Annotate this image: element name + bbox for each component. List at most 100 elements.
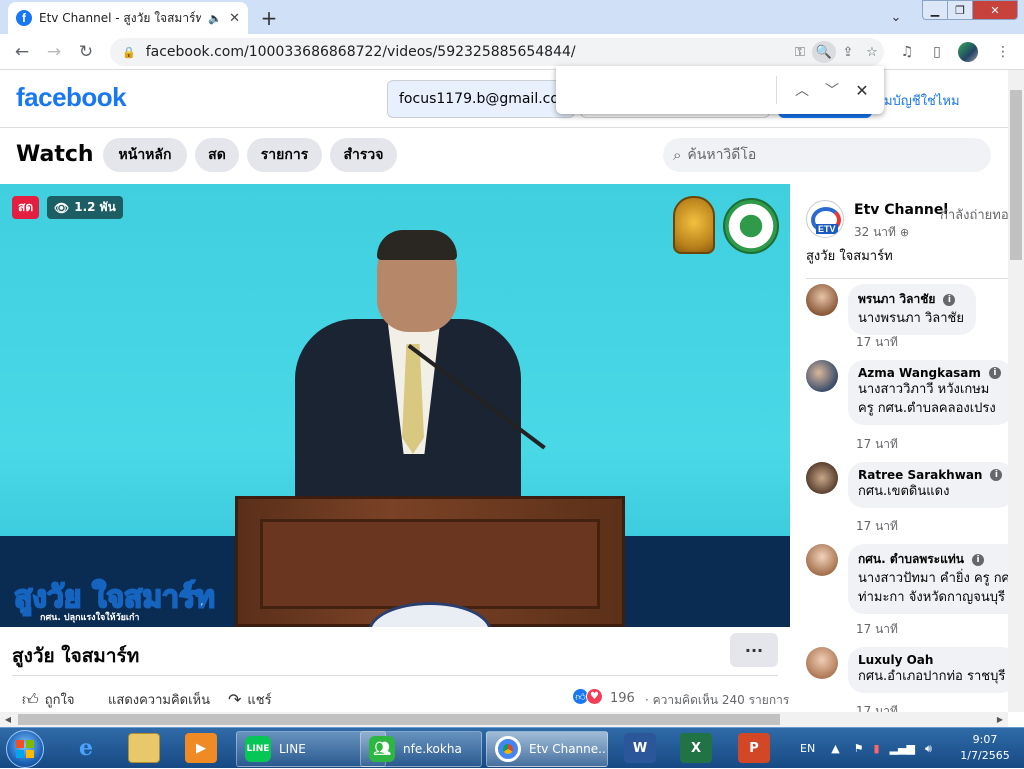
find-previous-icon[interactable]: ︿ xyxy=(787,75,817,105)
bookmark-star-icon[interactable]: ☆ xyxy=(860,41,884,63)
scroll-right-icon[interactable]: ▶ xyxy=(992,712,1008,727)
new-tab-button[interactable]: + xyxy=(256,5,282,31)
commenter-name[interactable]: กศน. ตำบลพระแท่น xyxy=(858,550,964,569)
profile-avatar-icon[interactable] xyxy=(958,42,978,62)
media-control-icon[interactable]: ♫ xyxy=(894,41,920,63)
speaker-hair xyxy=(377,230,457,260)
excel-icon[interactable]: X xyxy=(680,733,712,763)
more-options-button[interactable]: ··· xyxy=(730,633,778,667)
forgot-account-link[interactable]: ลืมบัญชีใช่ไหม xyxy=(876,90,960,111)
comment-time[interactable]: 17 นาที xyxy=(856,620,898,639)
commenter-name[interactable]: Azma Wangkasam xyxy=(858,366,981,380)
watch-search-input[interactable]: ⌕ ค้นหาวิดีโอ xyxy=(663,138,991,172)
start-button[interactable] xyxy=(6,730,44,768)
info-icon[interactable]: i xyxy=(971,553,984,566)
channel-name[interactable]: Etv Channel xyxy=(854,202,948,218)
info-icon[interactable]: i xyxy=(990,469,1003,481)
find-next-icon[interactable]: ﹀ xyxy=(817,75,847,105)
channel-status: กำลังถ่ายทอดสด xyxy=(940,208,1008,223)
comment-time[interactable]: 17 นาที xyxy=(856,702,898,712)
share-icon[interactable]: ⇪ xyxy=(836,41,860,63)
window-close-button[interactable]: ✕ xyxy=(972,0,1018,20)
commenter-avatar[interactable] xyxy=(806,647,838,679)
channel-avatar[interactable]: ETV xyxy=(806,200,844,238)
tab-search-chevron-icon[interactable]: ⌄ xyxy=(884,6,908,28)
internet-explorer-icon[interactable]: e xyxy=(70,733,102,763)
power-icon[interactable]: ▮ xyxy=(874,742,880,755)
speaker-icon[interactable]: 🔈 xyxy=(208,12,222,25)
reload-icon[interactable]: ↻ xyxy=(74,40,98,64)
comment-time[interactable]: 17 นาที xyxy=(856,435,898,454)
vertical-scroll-thumb[interactable] xyxy=(1010,90,1022,260)
commenter-name[interactable]: พรนภา วิลาชัย xyxy=(858,290,935,309)
comment-time[interactable]: 17 นาที xyxy=(856,517,898,536)
network-icon[interactable]: ▂▄▆ xyxy=(890,742,915,755)
line-app-icon: LINE xyxy=(245,736,271,762)
taskbar-app-chrome[interactable]: Etv Channe... xyxy=(486,731,608,767)
window-restore-button[interactable]: ❐ xyxy=(947,0,973,20)
comment-time[interactable]: 17 นาที xyxy=(856,333,898,352)
windows-logo-icon xyxy=(16,740,34,758)
like-button[interactable]: 👍︎ ถูกใจ xyxy=(22,689,74,710)
commenter-avatar[interactable] xyxy=(806,284,838,316)
watch-pill-shows[interactable]: รายการ xyxy=(247,138,322,172)
powerpoint-icon[interactable]: P xyxy=(738,733,770,763)
taskbar-clock[interactable]: 9:07 1/7/2565 xyxy=(950,732,1020,764)
window-minimize-button[interactable]: ▁ xyxy=(922,0,948,20)
commenter-name[interactable]: Ratree Sarakhwan xyxy=(858,468,982,482)
menu-kebab-icon[interactable]: ⋮ xyxy=(990,41,1016,63)
side-panel-icon[interactable]: ▯ xyxy=(924,41,950,63)
comment-text: กศน.อำเภอปากท่อ ราชบุรี xyxy=(858,669,1006,684)
watch-pill-explore[interactable]: สำรวจ xyxy=(330,138,397,172)
share-button[interactable]: ↷ แชร์ xyxy=(228,689,272,710)
watch-title[interactable]: Watch xyxy=(16,142,94,167)
commenter-avatar[interactable] xyxy=(806,462,838,494)
comment-count[interactable]: · ความคิดเห็น 240 รายการ xyxy=(645,691,789,710)
share-label: แชร์ xyxy=(247,693,272,708)
facebook-logo[interactable]: facebook xyxy=(16,82,127,113)
comment-button[interactable]: แสดงความคิดเห็น xyxy=(108,689,210,710)
url-text[interactable]: facebook.com/100033686868722/videos/5923… xyxy=(146,44,788,60)
address-bar[interactable]: 🔒 facebook.com/100033686868722/videos/59… xyxy=(110,38,884,66)
tab-close-icon[interactable]: ✕ xyxy=(229,11,240,26)
reaction-count[interactable]: 196 xyxy=(610,691,635,706)
comment-text: กศน.เขตดินแดง xyxy=(858,484,950,499)
word-icon[interactable]: W xyxy=(624,733,656,763)
watch-pill-live[interactable]: สด xyxy=(195,138,239,172)
find-input[interactable] xyxy=(566,75,776,105)
info-icon[interactable]: i xyxy=(943,293,956,306)
comment-text: นางสาวปัทมา คำยิ่ง ครู กศน. xyxy=(858,571,1008,586)
actions-divider xyxy=(12,675,778,676)
eye-icon: 👁 xyxy=(54,200,70,215)
globe-icon: ⊕ xyxy=(899,226,910,239)
comment-bubble: พรนภา วิลาชัย i นางพรนภา วิลาชัย xyxy=(848,284,976,335)
forward-arrow-icon[interactable]: → xyxy=(42,40,66,64)
flag-icon[interactable]: ⚑ xyxy=(854,742,864,755)
scroll-left-icon[interactable]: ◀ xyxy=(0,712,16,727)
video-overlay-subtitle: กศน. ปลุกแรงใจให้วัยเก๋า xyxy=(40,613,140,623)
watch-pill-home[interactable]: หน้าหลัก xyxy=(103,138,187,172)
browser-tab-active[interactable]: f Etv Channel - สูงวัย ใจสมาร์ท 🔈 ✕ xyxy=(8,2,248,34)
facebook-favicon-icon: f xyxy=(16,10,32,26)
reaction-icons[interactable]: 👍︎ ♥ xyxy=(572,688,603,705)
horizontal-scroll-thumb[interactable] xyxy=(18,714,780,725)
find-zoom-icon[interactable]: 🔍 xyxy=(812,41,836,63)
commenter-avatar[interactable] xyxy=(806,544,838,576)
language-indicator[interactable]: EN xyxy=(800,742,815,755)
media-player-icon[interactable]: ▶ xyxy=(185,733,217,763)
find-close-icon[interactable]: ✕ xyxy=(847,75,877,105)
taskbar-app-nfe[interactable]: 👥︎ nfe.kokha xyxy=(360,731,482,767)
volume-icon[interactable]: 🔊︎ xyxy=(925,742,932,756)
key-icon[interactable]: ⚿ xyxy=(788,41,812,63)
commenter-avatar[interactable] xyxy=(806,360,838,392)
taskbar-app-label: Etv Channe... xyxy=(529,742,608,756)
email-field[interactable]: focus1179.b@gmail.com xyxy=(387,80,575,118)
info-icon[interactable]: i xyxy=(988,367,1001,379)
file-explorer-icon[interactable] xyxy=(128,733,160,763)
commenter-name[interactable]: Luxuly Oah xyxy=(858,653,933,667)
back-arrow-icon[interactable]: ← xyxy=(10,40,34,64)
video-player[interactable]: สด 👁 1.2 พัน สูงวัย ใจสมาร์ท กศน. ปลุกแร… xyxy=(0,184,790,627)
lock-icon[interactable]: 🔒 xyxy=(122,46,136,59)
search-placeholder: ค้นหาวิดีโอ xyxy=(687,147,757,163)
show-hidden-icons-icon[interactable]: ▲ xyxy=(831,742,839,755)
